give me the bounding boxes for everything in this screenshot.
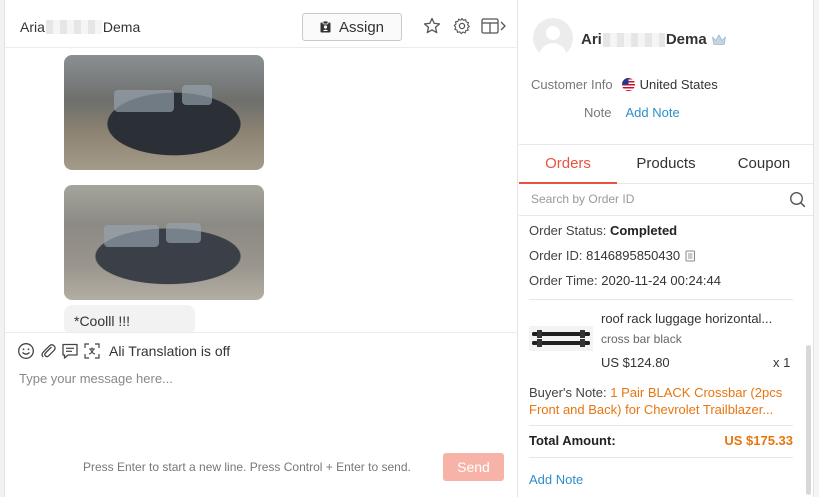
- order-status-label: Order Status:: [529, 223, 607, 238]
- clipboard-user-icon: [320, 21, 331, 33]
- customer-name-start: Ari: [581, 31, 602, 48]
- message-input[interactable]: [19, 371, 499, 441]
- customer-panel: Ari Dema Customer Info United States Not…: [519, 0, 813, 497]
- crown-icon: [711, 34, 726, 45]
- app-window: Aria Dema Assign *Coolll !!! Ali Transla…: [0, 0, 819, 497]
- divider: [529, 299, 793, 300]
- send-button[interactable]: Send: [443, 453, 504, 481]
- panel-scrollbar[interactable]: [806, 345, 811, 495]
- product-price: US $124.80: [601, 355, 670, 370]
- total-label: Total Amount:: [529, 433, 616, 448]
- chat-panel: Aria Dema Assign *Coolll !!! Ali Transla…: [5, 0, 518, 497]
- customer-name: Ari Dema: [581, 31, 727, 48]
- product-title[interactable]: roof rack luggage horizontal...: [601, 311, 793, 326]
- attachment-icon[interactable]: [39, 342, 57, 360]
- panel-toggle-icon[interactable]: [481, 17, 507, 35]
- redacted-name-blur: [602, 32, 665, 47]
- translate-icon[interactable]: [83, 342, 101, 360]
- contact-name: Aria Dema: [20, 19, 140, 35]
- divider: [529, 425, 793, 426]
- send-hint: Press Enter to start a new line. Press C…: [83, 460, 411, 474]
- panel-tabs: Orders Products Coupon: [519, 144, 813, 184]
- assign-button[interactable]: Assign: [302, 13, 402, 41]
- tab-coupon[interactable]: Coupon: [715, 145, 813, 183]
- product-sku: cross bar black: [601, 332, 682, 346]
- buyer-note: Buyer's Note: 1 Pair BLACK Crossbar (2pc…: [529, 384, 795, 418]
- contact-name-start: Aria: [20, 19, 45, 35]
- us-flag-icon: [621, 78, 635, 91]
- customer-note-row: Note Add Note: [584, 105, 680, 120]
- star-icon[interactable]: [423, 17, 441, 35]
- tab-orders[interactable]: Orders: [519, 145, 617, 184]
- message-text: *Coolll !!!: [74, 313, 131, 329]
- composer-toolbar: Ali Translation is off: [17, 342, 230, 360]
- note-label: Note: [584, 105, 612, 120]
- order-status-value: Completed: [609, 223, 678, 238]
- order-time-label: Order Time:: [529, 273, 598, 288]
- translation-status[interactable]: Ali Translation is off: [109, 343, 230, 359]
- order-time-value: 2020-11-24 00:24:44: [601, 273, 721, 288]
- message-bubble: *Coolll !!!: [64, 305, 195, 332]
- product-quantity: x 1: [773, 355, 791, 370]
- order-id-label: Order ID:: [529, 248, 583, 263]
- chat-header: Aria Dema Assign: [5, 0, 518, 48]
- message-image-car[interactable]: [64, 185, 264, 300]
- order-status-row: Order Status: Completed: [529, 223, 677, 238]
- message-list[interactable]: *Coolll !!!: [5, 48, 518, 332]
- order-id-value: 8146895850430: [586, 248, 681, 263]
- order-id-row: Order ID: 8146895850430: [529, 248, 696, 263]
- customer-info-label: Customer Info: [531, 77, 613, 92]
- order-time-row: Order Time: 2020-11-24 00:24:44: [529, 273, 721, 288]
- customer-name-end: Dema: [665, 31, 707, 48]
- right-edge-strip: [813, 0, 819, 497]
- order-search: [519, 184, 813, 216]
- avatar: [533, 18, 573, 58]
- add-order-note-link[interactable]: Add Note: [529, 472, 583, 487]
- product-thumbnail[interactable]: [529, 326, 593, 351]
- order-total-row: Total Amount: US $175.33: [529, 433, 793, 448]
- order-search-input[interactable]: [531, 192, 771, 206]
- search-icon[interactable]: [789, 191, 806, 208]
- quick-reply-icon[interactable]: [61, 342, 79, 360]
- redacted-name-blur: [45, 20, 102, 34]
- emoji-icon[interactable]: [17, 342, 35, 360]
- customer-country: United States: [639, 77, 718, 92]
- assign-label: Assign: [338, 18, 385, 36]
- customer-info-row: Customer Info United States: [531, 77, 718, 92]
- total-amount: US $175.33: [724, 433, 793, 448]
- buyer-note-label: Buyer's Note:: [529, 385, 607, 400]
- divider: [529, 457, 793, 458]
- contact-name-end: Dema: [102, 19, 141, 35]
- message-composer: Ali Translation is off Press Enter to st…: [5, 332, 518, 497]
- message-image-car[interactable]: [64, 55, 264, 170]
- add-customer-note-link[interactable]: Add Note: [625, 105, 679, 120]
- tab-products[interactable]: Products: [617, 145, 715, 183]
- copy-icon[interactable]: [685, 250, 696, 262]
- gear-icon[interactable]: [453, 17, 471, 35]
